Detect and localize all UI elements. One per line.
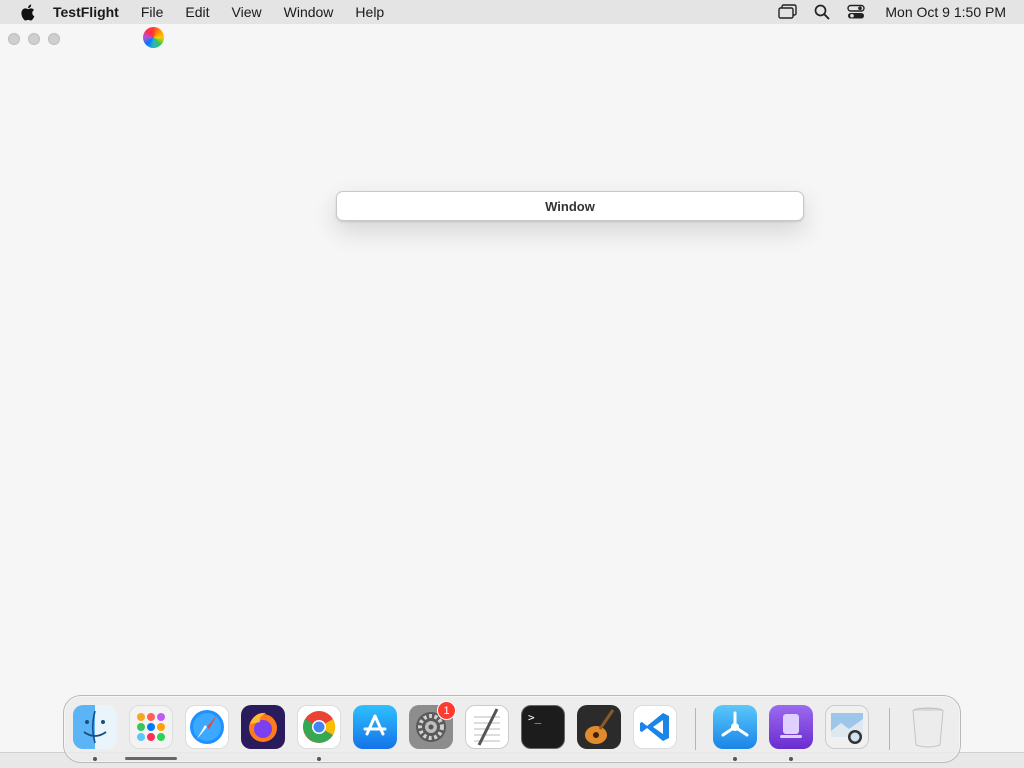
finder-icon[interactable]: [73, 705, 117, 749]
testflight-window: Window: [0, 24, 1024, 753]
launchpad-active-indicator: [125, 757, 177, 760]
menu-file[interactable]: File: [141, 4, 164, 20]
configurator-icon[interactable]: [769, 705, 813, 749]
dock-separator: [695, 708, 696, 750]
menu-window[interactable]: Window: [284, 4, 334, 20]
spotlight-search-icon[interactable]: [811, 3, 833, 21]
minimize-button[interactable]: [28, 33, 40, 45]
chrome-icon[interactable]: [297, 705, 341, 749]
dock-separator-trash: [889, 708, 890, 750]
apple-menu-icon[interactable]: [17, 3, 37, 21]
vscode-icon[interactable]: [633, 705, 677, 749]
terminal-icon[interactable]: >_: [521, 705, 565, 749]
close-button[interactable]: [8, 33, 20, 45]
configurator-running-indicator: [789, 757, 793, 761]
terminal-prompt-text: >_: [528, 711, 542, 724]
dock: 1 >_: [63, 695, 961, 763]
color-wheel-icon: [143, 27, 164, 48]
menu-bar: TestFlight File Edit View Window Help Mo…: [0, 0, 1024, 24]
safari-icon[interactable]: [185, 705, 229, 749]
testflight-running-indicator: [733, 757, 737, 761]
menu-edit[interactable]: Edit: [185, 4, 209, 20]
garageband-icon[interactable]: [577, 705, 621, 749]
preview-icon[interactable]: [825, 705, 869, 749]
control-center-icon[interactable]: [845, 3, 867, 21]
window-controls: [8, 33, 68, 45]
system-settings-badge: 1: [437, 701, 456, 720]
chrome-running-indicator: [317, 757, 321, 761]
finder-running-indicator: [93, 757, 97, 761]
firefox-icon[interactable]: [241, 705, 285, 749]
window-menu-button[interactable]: Window: [336, 191, 804, 221]
testflight-icon[interactable]: [713, 705, 757, 749]
zoom-button[interactable]: [48, 33, 60, 45]
menu-help[interactable]: Help: [355, 4, 384, 20]
menu-view[interactable]: View: [232, 4, 262, 20]
app-store-icon[interactable]: [353, 705, 397, 749]
app-menu-testflight[interactable]: TestFlight: [53, 4, 119, 20]
system-settings-icon[interactable]: 1: [409, 701, 456, 749]
menu-bar-clock[interactable]: Mon Oct 9 1:50 PM: [885, 4, 1006, 20]
textedit-icon[interactable]: [465, 705, 509, 749]
launchpad-icon[interactable]: [129, 705, 173, 749]
trash-icon[interactable]: [906, 705, 950, 749]
screen-mirroring-icon[interactable]: [777, 3, 799, 21]
